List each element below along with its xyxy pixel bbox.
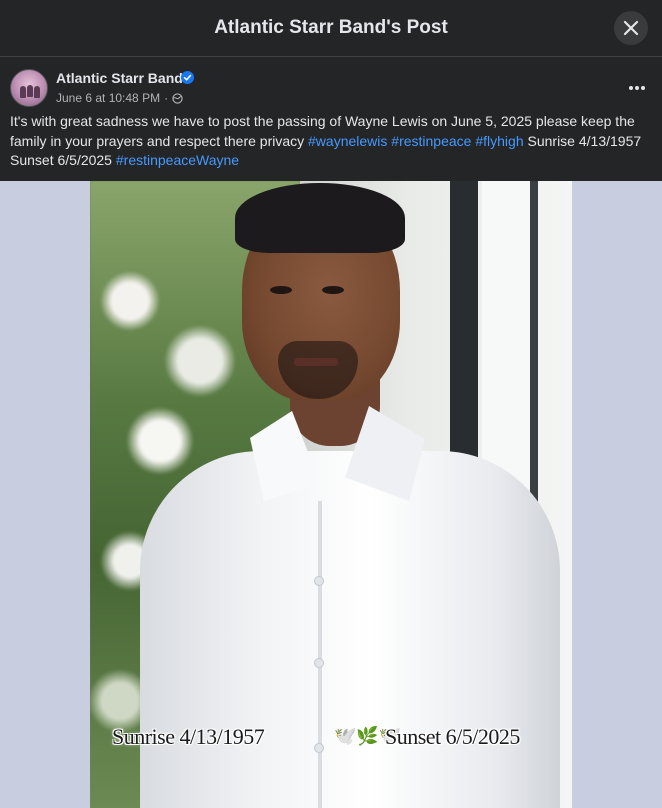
- caption-sunset: Sunset 6/5/2025: [385, 724, 520, 749]
- post-meta: June 6 at 10:48 PM ·: [56, 91, 183, 105]
- photo-subject-mouth: [294, 358, 338, 366]
- avatar[interactable]: [10, 69, 48, 107]
- shirt-button: [314, 576, 324, 586]
- verified-badge-icon: [181, 71, 194, 84]
- shirt-button: [314, 743, 324, 753]
- hashtag-waynelewis[interactable]: #waynelewis: [308, 133, 387, 149]
- post-media: Sunrise 4/13/1957 🕊️🌿🕊️ Sunset 6/5/2025: [0, 181, 662, 808]
- modal-header: Atlantic Starr Band's Post: [0, 0, 662, 57]
- author-name[interactable]: Atlantic Starr Band: [56, 70, 183, 86]
- photo-subject-shirt: [140, 451, 560, 808]
- hashtag-flyhigh[interactable]: #flyhigh: [475, 133, 523, 149]
- post-header: Atlantic Starr Band June 6 at 10:48 PM ·: [0, 58, 662, 114]
- close-button[interactable]: [614, 11, 648, 45]
- post-text: It's with great sadness we have to post …: [10, 112, 650, 171]
- modal-title: Atlantic Starr Band's Post: [214, 17, 448, 38]
- post-photo[interactable]: Sunrise 4/13/1957 🕊️🌿🕊️ Sunset 6/5/2025: [90, 181, 572, 808]
- photo-subject-placket: [318, 501, 322, 808]
- globe-icon[interactable]: [172, 92, 183, 104]
- shirt-button: [314, 658, 324, 668]
- post-timestamp[interactable]: June 6 at 10:48 PM: [56, 91, 160, 105]
- more-options-button[interactable]: [628, 80, 646, 91]
- caption-sunrise: Sunrise 4/13/1957: [112, 724, 265, 749]
- meta-separator: ·: [164, 91, 169, 105]
- close-icon: [623, 20, 639, 36]
- hashtag-restinpeacewayne[interactable]: #restinpeaceWayne: [116, 152, 239, 168]
- hashtag-restinpeace[interactable]: #restinpeace: [391, 133, 471, 149]
- more-options-icon: [629, 86, 645, 90]
- photo-subject-eye: [322, 286, 344, 294]
- photo-subject-eye: [270, 286, 292, 294]
- photo-subject-hair: [235, 183, 405, 253]
